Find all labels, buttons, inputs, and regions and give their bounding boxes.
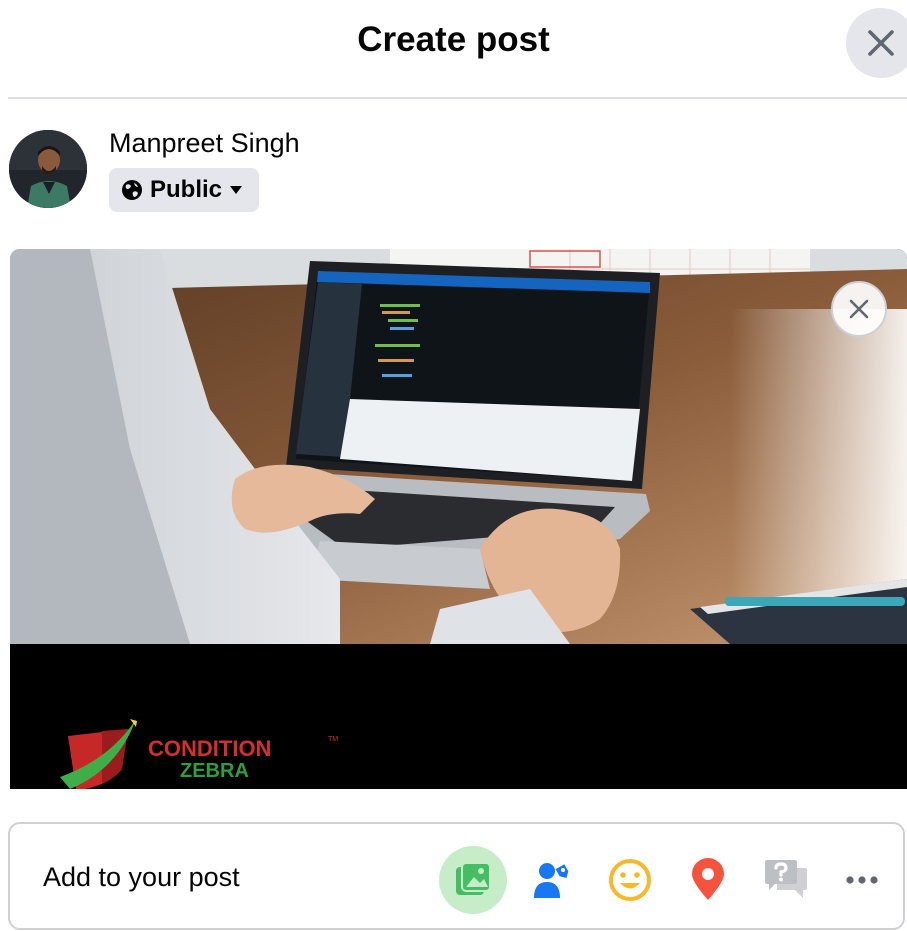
photo-video-icon: [456, 862, 491, 895]
add-to-post-label: Add to your post: [43, 862, 240, 892]
globe-icon: [122, 180, 142, 200]
privacy-label: Public: [150, 176, 223, 203]
tag-people-icon: [534, 863, 569, 898]
feeling-icon: [609, 859, 651, 901]
author-name: Manpreet Singh: [109, 128, 300, 158]
dialog-header: Create post: [0, 0, 907, 98]
photo-laptop-image: CONDITION TM ZEBRA: [10, 249, 907, 789]
author-row: Manpreet Singh Public: [0, 118, 907, 228]
attached-photo: CONDITION TM ZEBRA: [10, 249, 907, 789]
feeling-button[interactable]: [596, 846, 664, 914]
remove-photo-button[interactable]: [831, 281, 887, 337]
add-to-post-bar: Add to your post: [8, 822, 905, 930]
tag-people-button[interactable]: [518, 846, 586, 914]
check-in-button[interactable]: [674, 846, 742, 914]
close-button[interactable]: [846, 8, 907, 78]
brand-name-line1: CONDITION: [148, 736, 271, 761]
close-icon: [868, 30, 894, 56]
caret-down-icon: [230, 186, 243, 194]
avatar[interactable]: [9, 130, 87, 208]
photo-video-button[interactable]: [439, 846, 507, 914]
dialog-title: Create post: [357, 20, 550, 59]
check-in-icon: [692, 858, 724, 900]
brand-tm: TM: [328, 736, 338, 743]
header-divider: [8, 97, 907, 99]
close-icon: [849, 299, 869, 319]
ask-question-icon: [765, 860, 807, 898]
more-icon: [846, 876, 878, 884]
more-options-button[interactable]: [828, 846, 896, 914]
ask-question-button[interactable]: [752, 846, 820, 914]
brand-name-line2: ZEBRA: [180, 760, 249, 782]
privacy-selector[interactable]: Public: [109, 168, 260, 212]
